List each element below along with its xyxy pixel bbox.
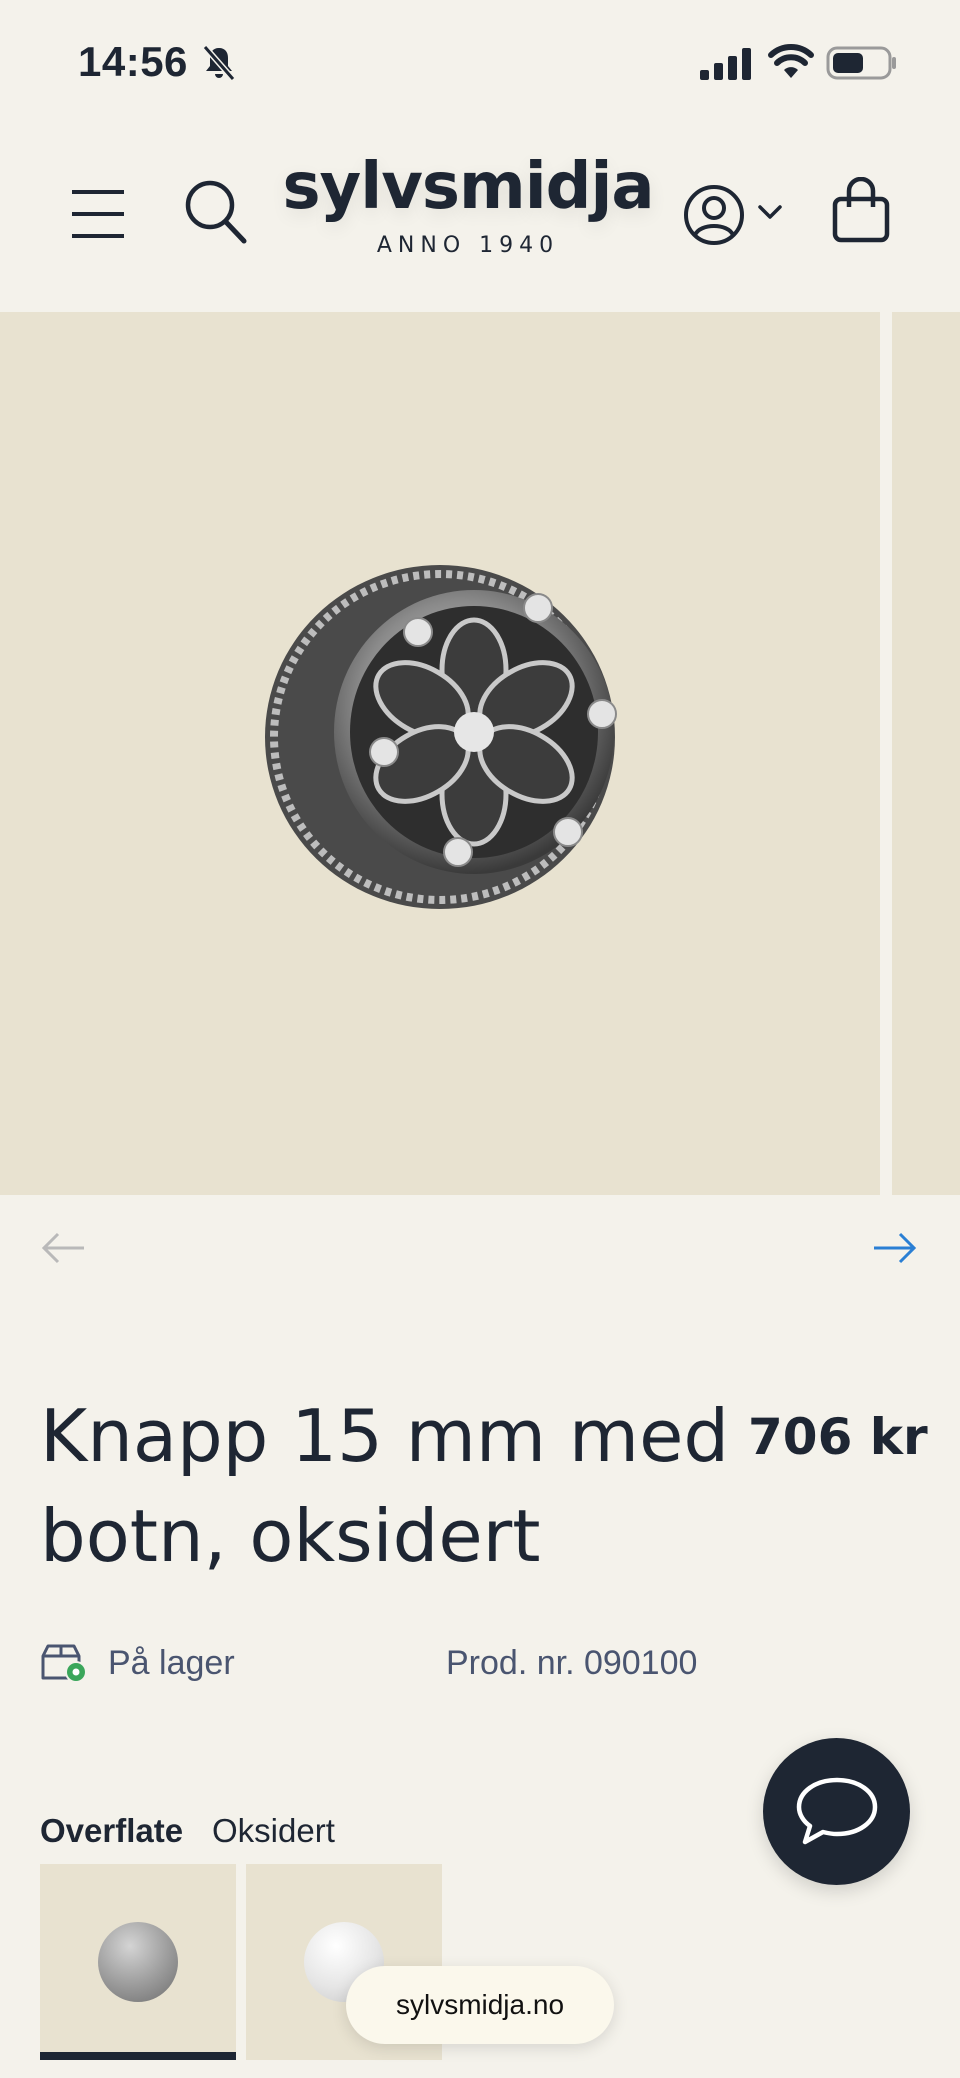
option-selected-value: Oksidert: [212, 1812, 335, 1849]
product-gallery[interactable]: [0, 312, 960, 1195]
product-title: Knapp 15 mm med botn, oksidert: [40, 1394, 730, 1578]
site-header: sylvsmidja ANNO 1940: [0, 115, 960, 312]
search-icon[interactable]: [184, 179, 248, 245]
shopping-bag-icon[interactable]: [832, 177, 890, 243]
arrow-left-icon[interactable]: [40, 1232, 86, 1264]
swatch-oxidized-ball: [98, 1922, 178, 2002]
product-price: 706 kr: [748, 1408, 928, 1466]
battery-icon: [826, 46, 896, 80]
wifi-icon: [768, 44, 814, 78]
logo-tagline: ANNO 1940: [376, 233, 560, 258]
gallery-slide-next[interactable]: [892, 312, 960, 1195]
menu-icon[interactable]: [70, 188, 126, 240]
chat-button[interactable]: [763, 1738, 910, 1885]
stock-status: På lager: [108, 1644, 235, 1682]
in-stock-icon: [41, 1644, 87, 1683]
status-time: 14:56: [78, 38, 188, 85]
status-bar: 14:56: [0, 0, 960, 115]
arrow-right-icon[interactable]: [872, 1232, 918, 1264]
gallery-slide-current[interactable]: [0, 312, 880, 1195]
chat-bubble-icon: [796, 1777, 878, 1845]
signal-icon: [700, 48, 751, 80]
site-logo[interactable]: sylvsmidja ANNO 1940: [268, 155, 668, 258]
bell-muted-icon: [202, 45, 236, 81]
filigree-button-image: [265, 565, 617, 909]
swatch-oxidized[interactable]: [40, 1864, 236, 2060]
logo-name: sylvsmidja: [282, 150, 654, 224]
browser-url-pill[interactable]: sylvsmidja.no: [346, 1966, 614, 2044]
option-label: Overflate: [40, 1812, 183, 1850]
product-number: Prod. nr. 090100: [446, 1644, 698, 1682]
account-icon[interactable]: [682, 183, 746, 247]
chevron-down-icon[interactable]: [757, 203, 783, 221]
option-label-text: Overflate: [40, 1812, 184, 1849]
